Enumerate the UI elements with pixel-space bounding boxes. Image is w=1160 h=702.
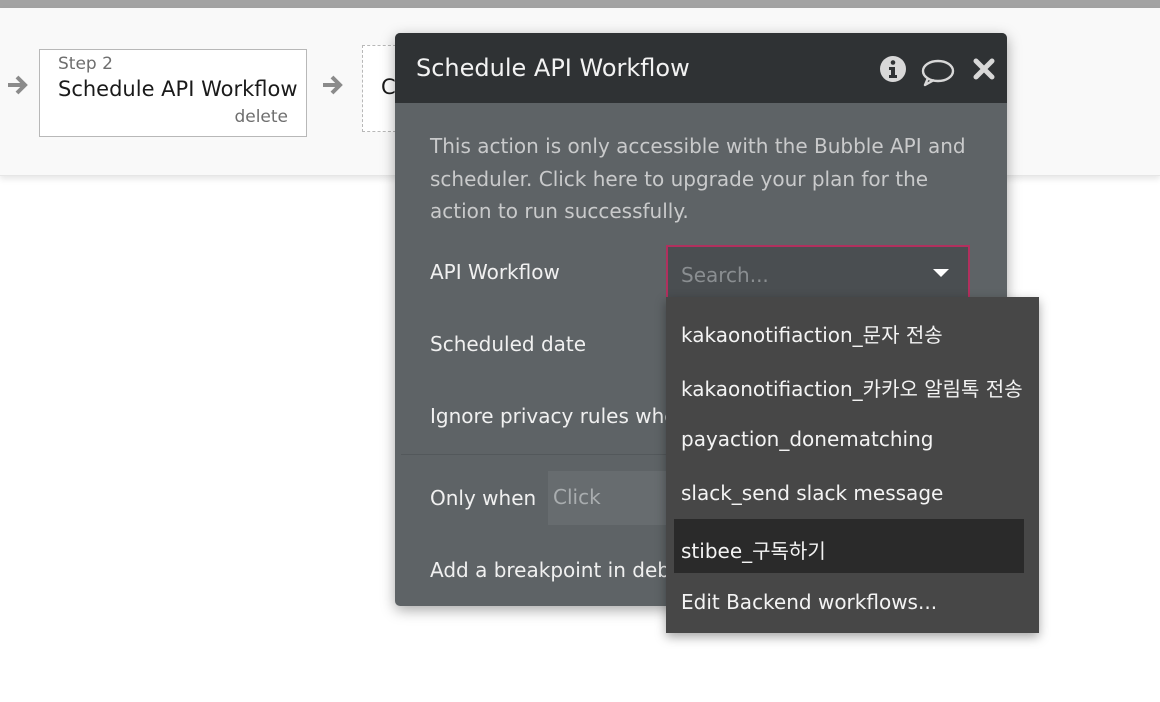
api-workflow-label: API Workflow — [430, 260, 560, 284]
dropdown-option-highlighted[interactable]: stibee_구독하기 — [674, 519, 1024, 573]
dropdown-option[interactable]: kakaonotifiaction_카카오 알림톡 전송 — [666, 357, 1039, 411]
dropdown-option[interactable]: payaction_donematching — [666, 411, 1039, 465]
upgrade-notice[interactable]: This action is only accessible with the … — [430, 130, 975, 228]
dropdown-option[interactable]: kakaonotifiaction_문자 전송 — [666, 303, 1039, 357]
condition-placeholder: Click — [553, 485, 601, 509]
dropdown-option[interactable]: slack_send slack message — [666, 465, 1039, 519]
next-step-label: C — [381, 75, 396, 99]
step-number-label: Step 2 — [58, 54, 113, 74]
step-card-schedule-api-workflow[interactable]: Step 2 Schedule API Workflow delete — [39, 49, 307, 137]
api-workflow-options-list: kakaonotifiaction_문자 전송 kakaonotifiactio… — [666, 297, 1039, 633]
ignore-privacy-label: Ignore privacy rules whe — [430, 404, 677, 428]
arrow-right-icon — [6, 72, 32, 98]
chevron-down-icon[interactable] — [933, 269, 949, 277]
step-title: Schedule API Workflow — [58, 77, 298, 101]
only-when-label: Only when — [430, 486, 537, 510]
panel-header: Schedule API Workflow — [395, 33, 1007, 103]
panel-title: Schedule API Workflow — [416, 54, 690, 82]
delete-step-link[interactable]: delete — [234, 107, 288, 127]
close-icon[interactable] — [973, 58, 995, 86]
edit-backend-workflows-option[interactable]: Edit Backend workflows... — [666, 574, 1039, 628]
scheduled-date-label: Scheduled date — [430, 332, 587, 356]
info-icon[interactable] — [879, 55, 907, 83]
top-bar — [0, 0, 1160, 8]
arrow-right-icon — [321, 72, 347, 98]
breakpoint-label: Add a breakpoint in deb — [430, 558, 670, 582]
search-placeholder: Search... — [681, 263, 769, 287]
comment-icon[interactable] — [921, 59, 955, 87]
api-workflow-search-dropdown[interactable]: Search... — [666, 245, 970, 300]
